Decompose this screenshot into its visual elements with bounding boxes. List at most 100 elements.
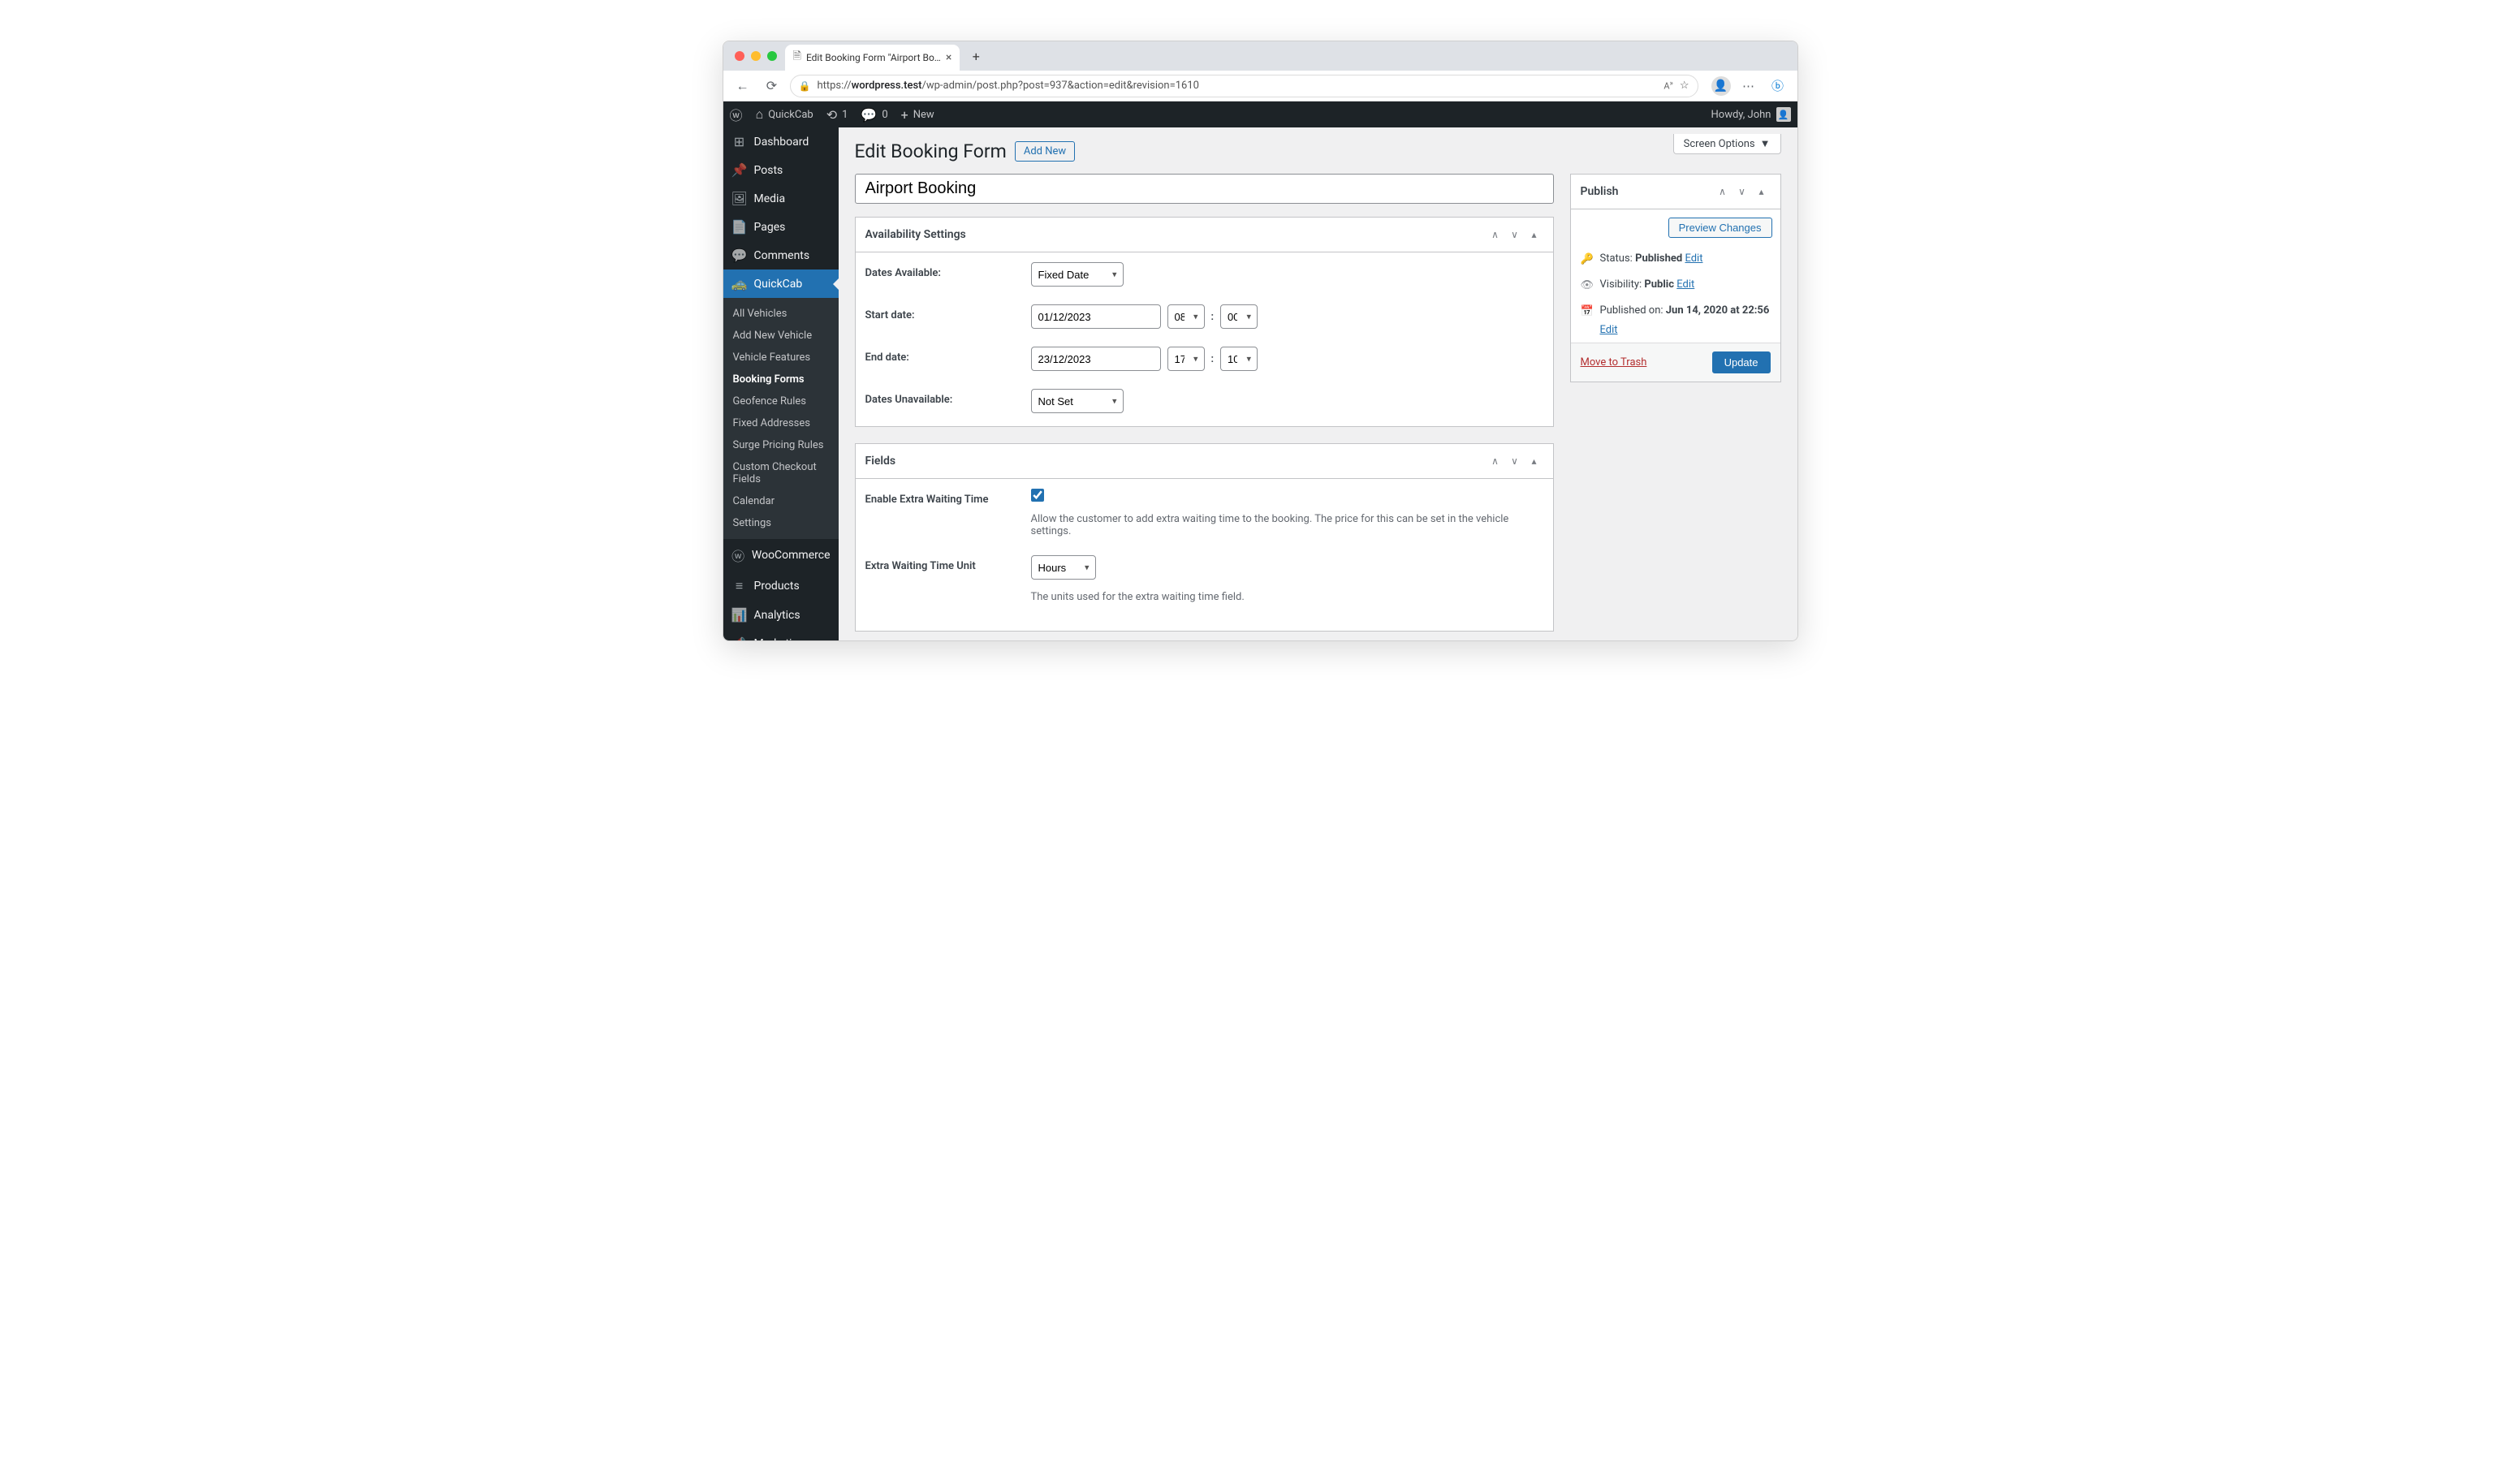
panel-toggle-icon[interactable]: ▴ (1525, 452, 1543, 470)
panel-toggle-icon[interactable]: ▴ (1753, 183, 1771, 201)
submenu-custom-checkout[interactable]: Custom Checkout Fields (723, 456, 839, 490)
marketing-icon: 📣 (731, 636, 748, 640)
unit-help: The units used for the extra waiting tim… (1031, 591, 1543, 603)
status-text: Status: Published Edit (1600, 252, 1703, 265)
move-to-trash-link[interactable]: Move to Trash (1581, 356, 1647, 369)
unit-label: Extra Waiting Time Unit (865, 555, 1031, 572)
user-avatar: 👤 (1776, 107, 1791, 122)
menu-quickcab[interactable]: 🚕QuickCab (723, 269, 839, 298)
site-name-link[interactable]: ⌂QuickCab (749, 101, 820, 127)
panel-move-down-icon[interactable]: ∨ (1733, 183, 1751, 201)
chevron-down-icon: ▼ (1760, 137, 1771, 150)
posts-icon: 📌 (731, 162, 748, 178)
submenu-add-new-vehicle[interactable]: Add New Vehicle (723, 325, 839, 347)
quickcab-submenu: All Vehicles Add New Vehicle Vehicle Fea… (723, 298, 839, 539)
submenu-vehicle-features[interactable]: Vehicle Features (723, 347, 839, 369)
fields-panel-title: Fields (865, 455, 1487, 468)
dates-unavailable-select[interactable]: Not Set (1031, 389, 1124, 413)
update-button[interactable]: Update (1712, 351, 1771, 373)
dates-available-select[interactable]: Fixed Date (1031, 262, 1124, 287)
favorite-icon[interactable]: ☆ (1680, 80, 1689, 92)
end-minute-select[interactable]: 10 (1220, 347, 1258, 371)
panel-toggle-icon[interactable]: ▴ (1525, 226, 1543, 244)
calendar-icon: 📅 (1581, 305, 1594, 317)
panel-move-up-icon[interactable]: ∧ (1487, 452, 1504, 470)
availability-panel-title: Availability Settings (865, 228, 1487, 241)
edit-date-link[interactable]: Edit (1600, 324, 1618, 336)
panel-move-up-icon[interactable]: ∧ (1714, 183, 1732, 201)
unit-select[interactable]: Hours (1031, 555, 1096, 580)
menu-media[interactable]: 🖼Media (723, 184, 839, 213)
updates-link[interactable]: ⟲1 (820, 101, 855, 127)
preview-changes-button[interactable]: Preview Changes (1668, 218, 1772, 238)
comments-link[interactable]: 💬0 (854, 101, 894, 127)
back-button[interactable]: ← (731, 75, 754, 97)
screen-options-toggle[interactable]: Screen Options ▼ (1673, 134, 1781, 154)
post-title-input[interactable] (855, 174, 1554, 204)
panel-move-down-icon[interactable]: ∨ (1506, 226, 1524, 244)
publish-panel: Publish ∧ ∨ ▴ Preview Changes 🔑 (1570, 174, 1781, 382)
menu-marketing[interactable]: 📣Marketing (723, 629, 839, 640)
menu-dashboard[interactable]: ⊞Dashboard (723, 127, 839, 156)
address-bar[interactable]: 🔒 https://wordpress.test/wp-admin/post.p… (790, 75, 1698, 97)
time-separator: : (1211, 353, 1215, 365)
end-hour-select[interactable]: 17 (1167, 347, 1205, 371)
maximize-window-button[interactable] (767, 51, 777, 61)
products-icon: ≡ (731, 578, 748, 594)
bing-icon[interactable]: ⓑ (1767, 75, 1789, 97)
eye-icon: 👁 (1581, 279, 1594, 291)
menu-pages[interactable]: 📄Pages (723, 213, 839, 241)
browser-tab[interactable]: 🗎 Edit Booking Form "Airport Bo… × (785, 45, 960, 71)
close-tab-icon[interactable]: × (946, 51, 951, 64)
extra-wait-checkbox[interactable] (1031, 489, 1044, 502)
menu-products[interactable]: ≡Products (723, 571, 839, 601)
new-content-link[interactable]: +New (895, 101, 941, 127)
new-tab-button[interactable]: + (964, 45, 987, 67)
page-icon: 🗎 (793, 49, 801, 67)
visibility-text: Visibility: Public Edit (1600, 278, 1695, 291)
dashboard-icon: ⊞ (731, 134, 748, 149)
start-date-input[interactable] (1031, 304, 1161, 329)
submenu-all-vehicles[interactable]: All Vehicles (723, 303, 839, 325)
submenu-geofence-rules[interactable]: Geofence Rules (723, 390, 839, 412)
panel-move-up-icon[interactable]: ∧ (1487, 226, 1504, 244)
menu-woocommerce[interactable]: ⓦWooCommerce (723, 539, 839, 571)
media-icon: 🖼 (731, 191, 748, 206)
panel-move-down-icon[interactable]: ∨ (1506, 452, 1524, 470)
minimize-window-button[interactable] (751, 51, 761, 61)
admin-sidebar: ⊞Dashboard 📌Posts 🖼Media 📄Pages 💬Comment… (723, 127, 839, 640)
reload-button[interactable]: ⟳ (761, 75, 783, 97)
published-text: Published on: Jun 14, 2020 at 22:56 (1600, 304, 1770, 317)
page-title: Edit Booking Form (855, 140, 1007, 162)
close-window-button[interactable] (735, 51, 744, 61)
extensions-icon[interactable]: ⋯ (1737, 75, 1760, 97)
menu-comments[interactable]: 💬Comments (723, 241, 839, 269)
edit-visibility-link[interactable]: Edit (1676, 278, 1694, 291)
submenu-booking-forms[interactable]: Booking Forms (723, 369, 839, 390)
submenu-calendar[interactable]: Calendar (723, 490, 839, 512)
extra-wait-help: Allow the customer to add extra waiting … (1031, 513, 1543, 537)
analytics-icon: 📊 (731, 607, 748, 623)
start-hour-select[interactable]: 08 (1167, 304, 1205, 329)
menu-posts[interactable]: 📌Posts (723, 156, 839, 184)
comments-icon: 💬 (731, 248, 748, 263)
start-date-label: Start date: (865, 304, 1031, 321)
publish-panel-title: Publish (1581, 185, 1714, 198)
pages-icon: 📄 (731, 219, 748, 235)
wp-adminbar: ⓦ ⌂QuickCab ⟲1 💬0 +New Howdy, John 👤 (723, 101, 1797, 127)
browser-tabbar: 🗎 Edit Booking Form "Airport Bo… × + (723, 41, 1797, 71)
start-minute-select[interactable]: 00 (1220, 304, 1258, 329)
menu-analytics[interactable]: 📊Analytics (723, 601, 839, 629)
add-new-button[interactable]: Add New (1015, 141, 1075, 162)
wp-logo[interactable]: ⓦ (723, 101, 749, 127)
reader-icon[interactable]: A» (1663, 80, 1672, 92)
submenu-surge-pricing[interactable]: Surge Pricing Rules (723, 434, 839, 456)
time-separator: : (1211, 311, 1215, 323)
end-date-input[interactable] (1031, 347, 1161, 371)
submenu-fixed-addresses[interactable]: Fixed Addresses (723, 412, 839, 434)
edit-status-link[interactable]: Edit (1685, 252, 1702, 265)
user-menu[interactable]: Howdy, John 👤 (1711, 107, 1797, 122)
profile-button[interactable]: 👤 (1711, 76, 1731, 96)
submenu-settings[interactable]: Settings (723, 512, 839, 534)
dates-unavailable-label: Dates Unavailable: (865, 389, 1031, 406)
